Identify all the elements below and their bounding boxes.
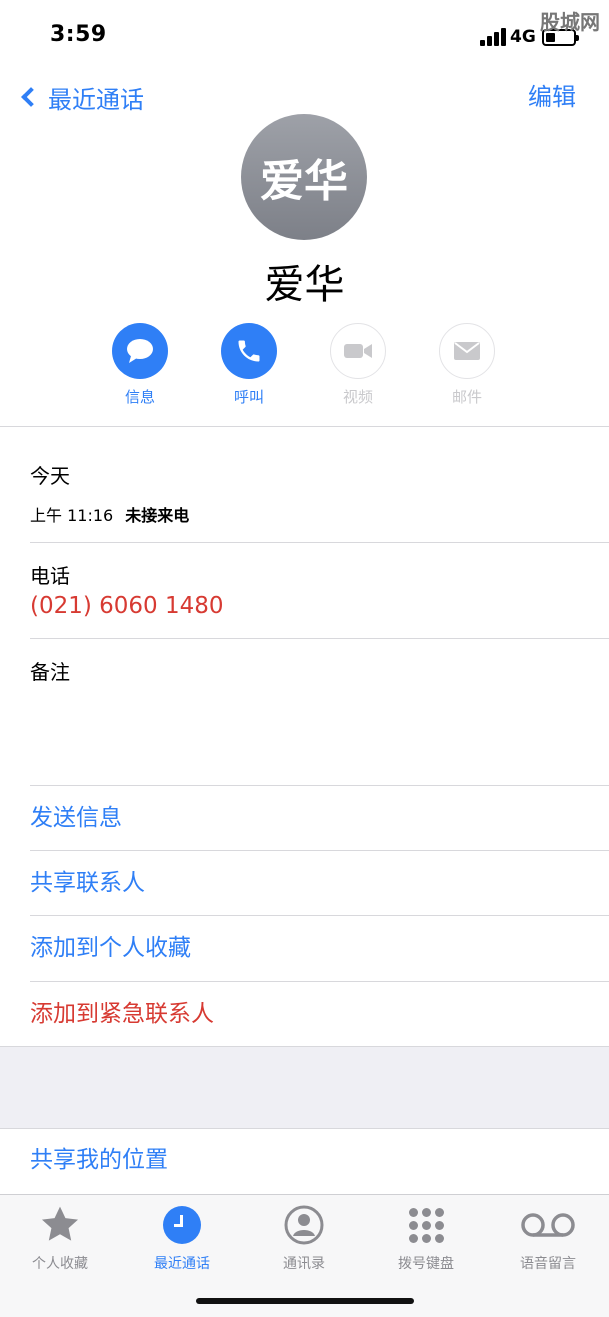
voicemail-icon (493, 1203, 603, 1247)
tab-contacts[interactable]: 通讯录 (249, 1203, 359, 1273)
status-bar: 3:59 4G 股城网 (0, 0, 609, 70)
divider (30, 638, 609, 639)
message-action-button[interactable]: 信息 (95, 323, 185, 407)
share-location-option[interactable]: 共享我的位置 (30, 1145, 168, 1175)
divider (30, 850, 609, 851)
mail-action-label: 邮件 (451, 388, 482, 406)
video-action-label: 视频 (342, 388, 373, 406)
notes-label: 备注 (30, 660, 70, 684)
watermark: 股城网 (540, 10, 600, 34)
send-message-option[interactable]: 发送信息 (30, 803, 122, 833)
network-type: 4G (510, 27, 536, 47)
keypad-icon (408, 1207, 444, 1243)
message-bubble-icon (112, 323, 168, 379)
tab-favorites[interactable]: 个人收藏 (5, 1203, 115, 1273)
avatar: 爱华 (241, 114, 367, 240)
home-indicator[interactable] (196, 1298, 414, 1304)
edit-button[interactable]: 编辑 (528, 80, 576, 114)
divider (30, 785, 609, 786)
tab-favorites-label: 个人收藏 (32, 1256, 88, 1272)
divider (0, 1128, 609, 1129)
recent-header: 今天 (30, 464, 70, 488)
tab-keypad-label: 拨号键盘 (398, 1256, 454, 1272)
message-action-label: 信息 (124, 388, 155, 406)
call-action-label: 呼叫 (233, 388, 264, 406)
tab-recents-label: 最近通话 (154, 1256, 210, 1272)
call-action-button[interactable]: 呼叫 (204, 323, 294, 407)
add-to-favorites-option[interactable]: 添加到个人收藏 (30, 933, 191, 963)
recent-call-status: 未接来电 (125, 506, 190, 525)
video-action-button[interactable]: 视频 (313, 323, 403, 407)
mail-action-button[interactable]: 邮件 (422, 323, 512, 407)
divider (30, 542, 609, 543)
share-contact-option[interactable]: 共享联系人 (30, 868, 145, 898)
divider (30, 981, 609, 982)
contact-person-icon (249, 1203, 359, 1247)
notes-field[interactable] (30, 690, 590, 780)
clock-icon (163, 1206, 201, 1244)
video-camera-icon (330, 323, 386, 379)
chevron-left-icon (21, 87, 41, 107)
back-button-label: 最近通话 (48, 85, 144, 114)
back-button[interactable]: 最近通话 (16, 80, 144, 114)
recent-call-entry: 上午 11:16 未接来电 (30, 502, 189, 526)
recent-call-time: 上午 11:16 (30, 506, 114, 525)
tab-voicemail-label: 语音留言 (520, 1256, 576, 1272)
phone-number[interactable]: (021) 6060 1480 (30, 593, 224, 619)
tab-contacts-label: 通讯录 (283, 1256, 325, 1272)
tab-voicemail[interactable]: 语音留言 (493, 1203, 603, 1273)
phone-icon (221, 323, 277, 379)
add-to-emergency-contacts-option[interactable]: 添加到紧急联系人 (30, 999, 214, 1029)
envelope-icon (439, 323, 495, 379)
status-time: 3:59 (50, 22, 107, 47)
tab-keypad[interactable]: 拨号键盘 (371, 1203, 481, 1273)
star-icon (5, 1203, 115, 1247)
divider (30, 915, 609, 916)
divider (0, 426, 609, 427)
cellular-signal-icon (480, 28, 506, 46)
tab-recents[interactable]: 最近通话 (127, 1203, 237, 1273)
contact-name: 爱华 (264, 262, 345, 308)
section-spacer (0, 1047, 609, 1128)
phone-label: 电话 (30, 564, 70, 588)
